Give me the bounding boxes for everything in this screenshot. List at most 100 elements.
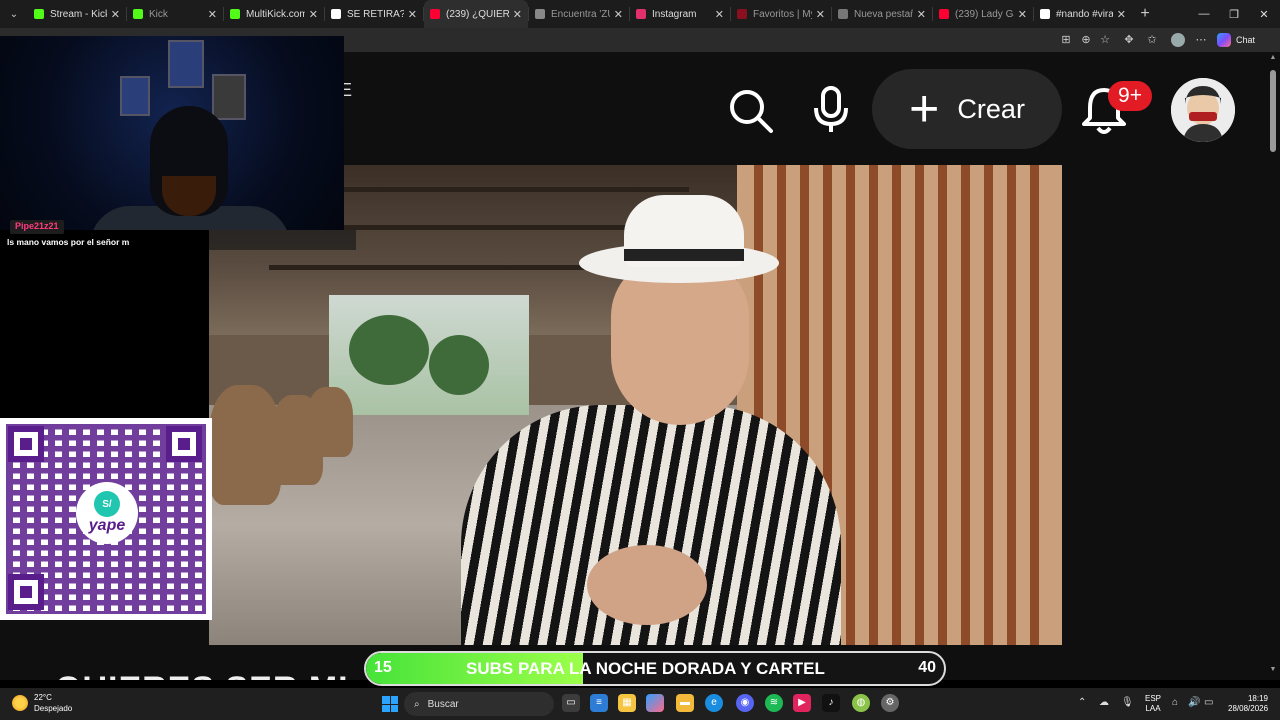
new-tab-button[interactable]: + (1132, 5, 1158, 23)
browser-tab[interactable]: MultiKick.com: W ✕ (224, 0, 324, 28)
tab-close-icon[interactable]: ✕ (1117, 8, 1126, 21)
tab-close-icon[interactable]: ✕ (408, 8, 417, 21)
start-button-windows-icon[interactable] (382, 696, 398, 712)
tab-close-icon[interactable]: ✕ (917, 8, 926, 21)
stream-chat-overlay: Pipe21z21 ls mano vamos por el señor m (0, 220, 209, 418)
account-avatar[interactable] (1171, 78, 1235, 142)
file-explorer-icon[interactable]: ▬ (676, 694, 694, 712)
tab-title: Favoritos | Myins (753, 8, 812, 20)
streaming-app-icon[interactable]: ▶ (793, 694, 811, 712)
system-clock[interactable]: 18:19 28/08/2026 (1228, 694, 1268, 714)
browser-tab[interactable]: #nando #viral #p ✕ (1034, 0, 1132, 28)
copilot-chat-button[interactable]: Chat (1217, 32, 1255, 48)
notepad-icon[interactable]: ≡ (590, 694, 608, 712)
tiktok-icon[interactable]: ♪ (822, 694, 840, 712)
zoom-icon[interactable]: ⊕ (1080, 34, 1092, 46)
tab-favicon-icon (331, 9, 341, 19)
volume-icon[interactable]: 🔊 (1188, 697, 1200, 708)
files-app-icon[interactable]: ▦ (618, 694, 636, 712)
video-person-hand (587, 545, 707, 625)
tab-favicon-icon (230, 9, 240, 19)
battery-icon[interactable]: ▭ (1204, 697, 1213, 708)
app-icon[interactable]: ◍ (852, 694, 870, 712)
minimize-button[interactable]: — (1188, 0, 1220, 28)
browser-tab[interactable]: Instagram ✕ (630, 0, 730, 28)
tab-close-icon[interactable]: ✕ (715, 8, 724, 21)
video-scene-slat (984, 165, 993, 645)
input-language-indicator[interactable]: ESP LAA (1145, 694, 1161, 714)
more-options-icon[interactable]: ⋯ (1195, 34, 1207, 46)
tab-close-icon[interactable]: ✕ (513, 8, 522, 21)
weather-widget[interactable]: 22°C Despejado (12, 692, 72, 714)
weather-temperature: 22°C (34, 693, 52, 702)
edge-browser-icon[interactable]: e (705, 694, 723, 712)
favorite-star-icon[interactable]: ☆ (1099, 34, 1111, 46)
create-button[interactable]: + Crear (872, 69, 1062, 149)
copilot-app-icon[interactable] (646, 694, 664, 712)
chat-label: Chat (1236, 35, 1256, 45)
microphone-tray-icon[interactable]: 🎙 (1121, 697, 1134, 708)
search-icon: ⌕ (414, 698, 420, 710)
task-view-icon[interactable]: ▭ (562, 694, 580, 712)
spotify-icon[interactable]: ≋ (765, 694, 783, 712)
cloud-tray-icon[interactable]: ☁ (1099, 697, 1109, 708)
discord-icon[interactable]: ◉ (736, 694, 754, 712)
tray-overflow-chevron-icon[interactable]: ⌃ (1078, 697, 1086, 708)
close-window-button[interactable]: ✕ (1248, 0, 1280, 28)
video-scene-plant (429, 335, 489, 395)
tab-favicon-icon (133, 9, 143, 19)
tab-title: Nueva pestaña (854, 8, 913, 20)
sunny-weather-icon (12, 695, 28, 711)
profile-avatar[interactable] (1171, 33, 1185, 47)
tab-title: #nando #viral #p (1056, 8, 1113, 20)
search-icon[interactable] (728, 88, 774, 134)
taskbar-search-label: Buscar (427, 698, 459, 710)
browser-tab[interactable]: Favoritos | Myins ✕ (731, 0, 831, 28)
tab-close-icon[interactable]: ✕ (1018, 8, 1027, 21)
scrollbar-thumb[interactable] (1270, 70, 1276, 152)
browser-tab[interactable]: (239) Lady Gaga, ✕ (933, 0, 1033, 28)
clock-time: 18:19 (1247, 694, 1268, 703)
browser-tab[interactable]: (239) ¿QUIER ✕ (424, 0, 528, 28)
chat-message: ls mano vamos por el señor m (7, 237, 130, 247)
tab-close-icon[interactable]: ✕ (816, 8, 825, 21)
subs-goal-target: 40 (918, 659, 936, 676)
clock-date: 28/08/2026 (1228, 704, 1269, 713)
browser-tab[interactable]: Kick ✕ (127, 0, 223, 28)
tab-close-icon[interactable]: ✕ (208, 8, 217, 21)
taskbar-search-box[interactable]: ⌕ Buscar (404, 692, 554, 716)
favorites-icon[interactable]: ✩ (1146, 34, 1158, 46)
tab-close-icon[interactable]: ✕ (111, 8, 120, 21)
notification-badge: 9+ (1108, 81, 1152, 111)
restore-button[interactable]: ❐ (1218, 0, 1250, 28)
tab-favicon-icon (1040, 9, 1050, 19)
browser-tab-strip: ⌄ Stream - Kick Da✕Kick✕MultiKick.com: W… (0, 0, 1280, 28)
browser-tab[interactable]: Nueva pestaña ✕ (832, 0, 932, 28)
tab-actions-chevron-icon[interactable]: ⌄ (0, 0, 28, 28)
settings-gear-icon[interactable]: ⚙ (881, 694, 899, 712)
yape-logo-word: yape (88, 517, 126, 534)
qr-finder-pattern (8, 574, 44, 610)
network-icon[interactable]: ⌂ (1172, 697, 1178, 708)
webcam-poster (168, 40, 204, 88)
extensions-icon[interactable]: ✥ (1123, 34, 1135, 46)
microphone-icon[interactable] (812, 86, 850, 134)
create-label: Crear (957, 93, 1025, 124)
video-person-hat-band (624, 249, 744, 261)
browser-tab[interactable]: SE RETIRA? JAJAJ ✕ (325, 0, 423, 28)
app-available-icon[interactable]: ⊞ (1060, 34, 1072, 46)
tab-title: Instagram (652, 8, 697, 20)
tab-favicon-icon (636, 9, 646, 19)
browser-tab[interactable]: Stream - Kick Da ✕ (28, 0, 126, 28)
tab-close-icon[interactable]: ✕ (614, 8, 623, 21)
browser-tab[interactable]: Encuentra 'ZULLY ✕ (529, 0, 629, 28)
scroll-down-arrow-icon[interactable]: ▼ (1268, 666, 1278, 673)
tab-favicon-icon (838, 9, 848, 19)
tab-title: SE RETIRA? JAJAJ (347, 8, 404, 20)
subs-goal-label: SUBS PARA LA NOCHE DORADA Y CARTEL (466, 659, 825, 678)
scroll-up-arrow-icon[interactable]: ▲ (1268, 54, 1278, 61)
page-scrollbar[interactable]: ▲ ▼ (1268, 52, 1278, 680)
tab-close-icon[interactable]: ✕ (309, 8, 318, 21)
qr-finder-pattern (8, 426, 44, 462)
weather-condition: Despejado (34, 704, 73, 713)
